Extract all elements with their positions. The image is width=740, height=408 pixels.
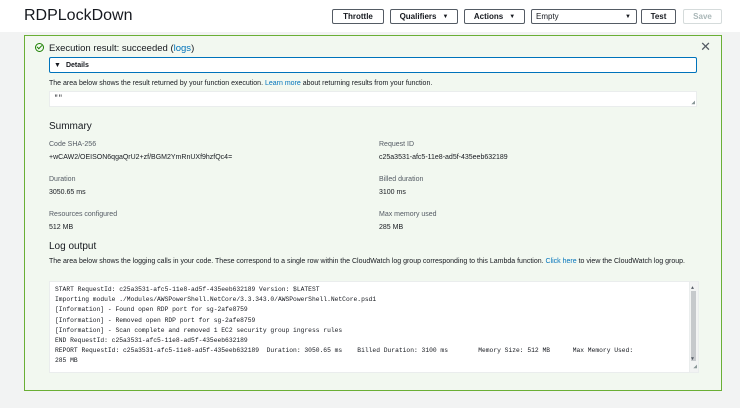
resources-configured-value: 512 MB (49, 224, 74, 231)
execution-status: Execution result: succeeded (logs) (49, 43, 194, 54)
details-label: Details (65, 61, 89, 69)
details-toggle[interactable]: ▼ Details (49, 57, 697, 73)
log-description-prefix: The area below shows the logging calls i… (49, 258, 546, 265)
log-output-description: The area below shows the logging calls i… (49, 257, 697, 267)
log-description-suffix: to view the CloudWatch log group. (576, 258, 685, 265)
max-memory-label: Max memory used (379, 211, 437, 218)
request-id-value: c25a3531-afc5-11e8-ad5f-435eeb632189 (379, 154, 508, 161)
result-description: The area below shows the result returned… (49, 80, 432, 87)
function-header: RDPLockDown Throttle Qualifiers ▼ Action… (0, 0, 740, 32)
log-line: Importing module ./Modules/AWSPowerShell… (55, 296, 377, 304)
billed-duration-label: Billed duration (379, 176, 424, 183)
log-line: REPORT RequestId: c25a3531-afc5-11e8-ad5… (55, 347, 634, 355)
test-label: Test (650, 12, 667, 21)
learn-more-link[interactable]: Learn more (265, 80, 301, 87)
test-event-select[interactable]: Empty ▼ (531, 9, 637, 24)
qualifiers-label: Qualifiers (399, 12, 437, 21)
test-event-selected: Empty (536, 12, 559, 21)
result-description-suffix: about returning results from your functi… (300, 80, 433, 87)
caret-down-icon: ▼ (54, 61, 61, 69)
log-output-box[interactable]: START RequestId: c25a3531-afc5-11e8-ad5f… (49, 281, 699, 373)
status-prefix: Execution result: succeeded ( (49, 43, 174, 54)
duration-value: 3050.65 ms (49, 189, 86, 196)
throttle-button[interactable]: Throttle (332, 9, 384, 24)
log-line: 285 MB (55, 357, 78, 365)
log-line: START RequestId: c25a3531-afc5-11e8-ad5f… (55, 286, 320, 293)
result-output-value: "" (54, 95, 63, 103)
save-label: Save (693, 12, 712, 21)
status-suffix: ) (191, 43, 195, 54)
chevron-down-icon: ▼ (625, 13, 631, 20)
check-circle-icon (35, 43, 44, 52)
summary-title: Summary (49, 121, 92, 132)
close-icon[interactable]: ✕ (700, 39, 711, 55)
code-sha-label: Code SHA-256 (49, 141, 97, 148)
throttle-label: Throttle (343, 12, 373, 21)
log-output-title: Log output (49, 241, 97, 252)
billed-duration-value: 3100 ms (379, 189, 406, 196)
test-button[interactable]: Test (641, 9, 676, 24)
log-line: [Information] - Removed open RDP port fo… (55, 316, 256, 324)
resources-configured-label: Resources configured (49, 211, 118, 218)
resize-handle-icon[interactable]: ◢ (693, 362, 697, 372)
function-name-title: RDPLockDown (24, 7, 133, 24)
log-line: END RequestId: c25a3531-afc5-11e8-ad5f-4… (55, 337, 248, 345)
max-memory-value: 285 MB (379, 224, 404, 231)
chevron-down-icon: ▼ (509, 13, 516, 20)
execution-result-panel: Execution result: succeeded (logs) ✕ ▼ D… (24, 35, 722, 391)
qualifiers-button[interactable]: Qualifiers ▼ (390, 9, 458, 24)
result-output[interactable]: "" ◢ (49, 91, 697, 107)
log-line: [Information] - Found open RDP port for … (55, 306, 248, 314)
actions-button[interactable]: Actions ▼ (464, 9, 525, 24)
log-line: [Information] - Scan complete and remove… (55, 326, 343, 334)
save-button[interactable]: Save (683, 9, 722, 24)
result-description-prefix: The area below shows the result returned… (49, 80, 265, 87)
log-scrollbar[interactable]: ▲ ▼ (689, 282, 698, 372)
logs-link[interactable]: logs (174, 43, 191, 54)
resize-handle-icon[interactable]: ◢ (691, 99, 695, 106)
chevron-down-icon: ▼ (442, 13, 449, 20)
duration-label: Duration (49, 176, 76, 183)
scrollbar-thumb[interactable] (691, 291, 696, 361)
cloudwatch-link[interactable]: Click here (546, 258, 577, 265)
request-id-label: Request ID (379, 141, 415, 148)
actions-label: Actions (473, 12, 504, 21)
code-sha-value: +wCAW2/OEISON6qgaQrU2+zf/BGM2YmRnUXf9hzf… (49, 154, 233, 161)
